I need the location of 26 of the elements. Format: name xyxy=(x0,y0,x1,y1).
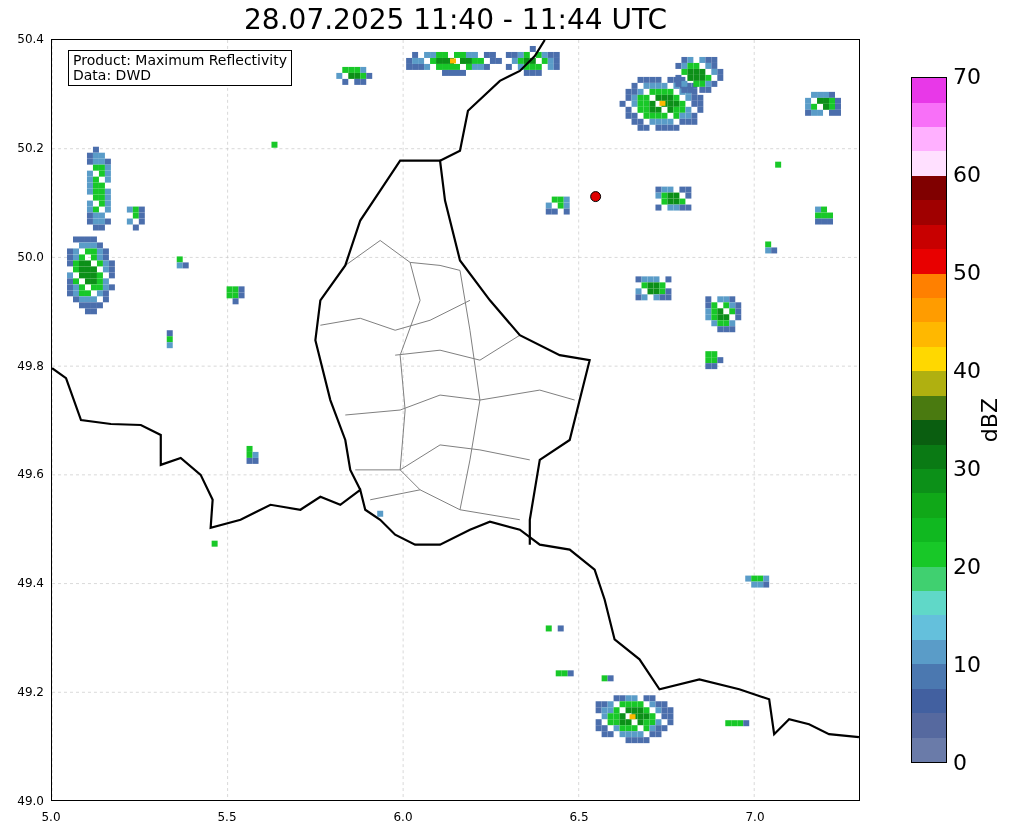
colorbar-tick-label: 70 xyxy=(953,66,981,88)
x-axis-tick-label: 5.0 xyxy=(41,811,61,823)
colorbar-tick-label: 20 xyxy=(953,556,981,578)
x-axis-tick-label: 5.5 xyxy=(217,811,237,823)
colorbar-tick-label: 60 xyxy=(953,164,981,186)
y-axis-tick-label: 50.0 xyxy=(17,250,44,263)
colorbar-tick-label: 40 xyxy=(953,360,981,382)
y-axis-tick-label: 50.4 xyxy=(17,33,44,45)
location-marker xyxy=(590,191,602,203)
chart-title: 28.07.2025 11:40 - 11:44 UTC xyxy=(244,5,667,34)
info-line: Product: Maximum Reflectivity xyxy=(73,53,287,68)
y-axis-tick-label: 49.8 xyxy=(17,359,44,372)
y-axis-tick-label: 49.4 xyxy=(17,577,44,590)
colorbar-tick-label: 50 xyxy=(953,262,981,284)
colorbar-tick-label: 10 xyxy=(953,654,981,676)
y-axis-tick-label: 49.6 xyxy=(17,468,44,481)
colorbar-tick-label: 30 xyxy=(953,458,981,480)
x-axis-tick-label: 6.5 xyxy=(569,811,589,823)
x-axis-tick-label: 7.0 xyxy=(745,811,765,823)
colorbar-label: dBZ xyxy=(979,397,1001,443)
x-axis-tick-label: 6.0 xyxy=(393,811,413,823)
colorbar-tick-label: 0 xyxy=(953,752,967,774)
y-axis-tick-label: 49.0 xyxy=(17,794,44,807)
info-line: Data: DWD xyxy=(73,68,152,83)
y-axis-tick-label: 49.2 xyxy=(17,686,44,699)
y-axis-tick-label: 50.2 xyxy=(17,141,44,154)
